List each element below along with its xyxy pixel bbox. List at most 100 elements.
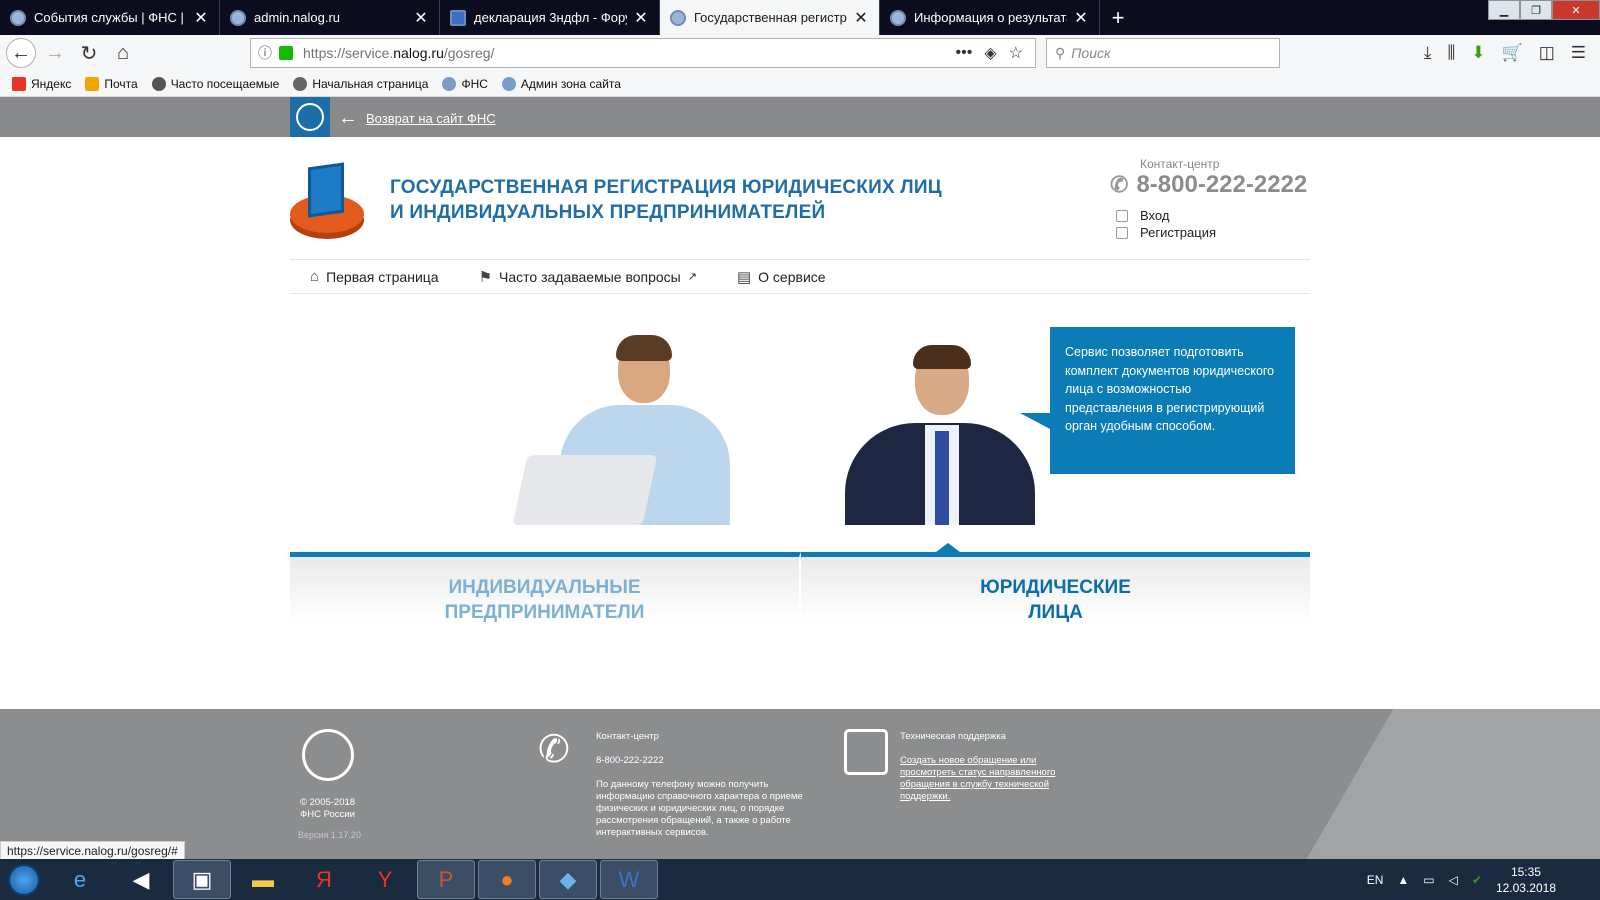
search-input[interactable]: ⚲ Поиск (1046, 38, 1280, 68)
clock[interactable]: 15:35 12.03.2018 (1496, 864, 1556, 896)
browser-tab[interactable]: События службы | ФНС | 43 К ✕ (0, 0, 220, 35)
browser-tab[interactable]: admin.nalog.ru ✕ (220, 0, 440, 35)
save-app-icon[interactable]: ▣ (173, 860, 231, 899)
fns-favicon-icon (230, 9, 246, 26)
close-icon[interactable]: ✕ (193, 8, 209, 28)
browser-tab-active[interactable]: Государственная регистрация ✕ (660, 0, 880, 35)
library-icon[interactable]: ⫼ (1447, 43, 1455, 63)
window-controls: ▁ ❐ ✕ (1488, 0, 1600, 20)
browser-tab[interactable]: Информация о результатах ко ✕ (880, 0, 1100, 35)
fns-emblem-icon (501, 76, 516, 91)
network-icon[interactable]: ▭ (1423, 873, 1434, 887)
minimize-button[interactable]: ▁ (1488, 0, 1520, 20)
back-to-fns-link[interactable]: ← Возврат на сайт ФНС (338, 107, 496, 130)
menu-item-about[interactable]: ▤ О сервисе (737, 268, 826, 286)
contact-phone: ✆ 8-800-222-2222 (1110, 171, 1308, 198)
support-link[interactable]: Создать новое обращение или просмотреть … (900, 755, 1090, 803)
speaker-app-icon[interactable]: ◀ (112, 860, 170, 899)
tab-title: Государственная регистрация (694, 10, 847, 25)
forward-button[interactable]: → (40, 38, 70, 68)
menu-icon[interactable]: ☰ (1571, 43, 1586, 63)
copyright: © 2005-2018 ФНС России (300, 797, 356, 820)
site-header: ГОСУДАРСТВЕННАЯ РЕГИСТРАЦИЯ ЮРИДИЧЕСКИХ … (290, 137, 1310, 257)
search-icon: ⚲ (1055, 44, 1066, 61)
language-indicator[interactable]: EN (1367, 873, 1384, 887)
reload-button[interactable]: ↻ (74, 38, 104, 68)
windows-taskbar: e ◀ ▣ ▬ Я Y P ● ◆ W EN ▲ ▭ ◁ ✔ 15:35 12.… (0, 859, 1600, 900)
info-bubble: Сервис позволяет подготовить комплект до… (1020, 327, 1295, 474)
bookmark-admin[interactable]: Админ зона сайта (501, 76, 621, 91)
bookmark-most-visited[interactable]: Часто посещаемые (151, 76, 279, 91)
bookmark-star-icon[interactable]: ☆ (1009, 43, 1023, 63)
login-link[interactable]: Вход (1116, 207, 1310, 224)
ie-icon[interactable]: e (51, 860, 109, 899)
gear-icon (151, 76, 166, 91)
footer-support: Техническая поддержка Создать новое обра… (900, 731, 1090, 803)
page-actions-icon[interactable]: ••• (956, 44, 973, 62)
businessman-image[interactable] (845, 345, 1035, 525)
phone-icon: ✆ (538, 729, 570, 771)
firefox-icon[interactable]: ● (478, 860, 536, 899)
lock-icon (279, 46, 293, 60)
phone-icon: ✆ (1110, 172, 1129, 197)
entrepreneur-image[interactable] (512, 335, 760, 525)
folder-icon[interactable]: ▬ (234, 860, 292, 899)
support-box-icon (844, 729, 888, 775)
arrow-left-icon: ← (338, 107, 358, 129)
contact-block: Контакт-центр ✆ 8-800-222-2222 Вход Регис… (1110, 157, 1310, 241)
extension-arrow-icon[interactable]: ⬇ (1471, 43, 1485, 63)
forum-favicon-icon (450, 9, 466, 26)
yandex-app-icon[interactable]: Я (295, 860, 353, 899)
cart-icon[interactable]: 🛒 (1502, 43, 1523, 63)
browser-tab[interactable]: декларация 3ндфл - Форум У ✕ (440, 0, 660, 35)
maximize-button[interactable]: ❐ (1520, 0, 1552, 20)
download-icon[interactable]: ⤓ (1424, 43, 1432, 63)
powerpoint-icon[interactable]: P (417, 860, 475, 899)
service-logo-icon[interactable] (290, 162, 366, 235)
bookmark-start-page[interactable]: Начальная страница (293, 76, 428, 91)
yandex-browser-icon[interactable]: Y (356, 860, 414, 899)
close-icon[interactable]: ✕ (413, 8, 429, 28)
contact-label: Контакт-центр (1140, 157, 1220, 171)
menu-item-faq[interactable]: ⚑ Часто задаваемые вопросы ↗ (479, 268, 697, 286)
close-icon[interactable]: ✕ (633, 8, 649, 28)
url-text[interactable]: https://service.nalog.ru/gosreg/ (303, 45, 956, 61)
close-icon[interactable]: ✕ (853, 8, 869, 28)
globe-icon (293, 76, 308, 91)
close-icon[interactable]: ✕ (1073, 8, 1089, 28)
network-app-icon[interactable]: ◆ (539, 860, 597, 899)
register-link[interactable]: Регистрация (1116, 224, 1310, 241)
tray-expand-icon[interactable]: ▲ (1397, 873, 1409, 887)
fns-emblem-icon (442, 76, 457, 91)
sidebar-icon[interactable]: ◫ (1539, 43, 1555, 63)
new-tab-button[interactable]: + (1100, 0, 1136, 35)
fns-favicon-icon (670, 9, 686, 26)
info-icon[interactable]: ⓘ (251, 43, 279, 63)
bookmark-mail[interactable]: Почта (85, 76, 138, 91)
fns-emblem-icon[interactable] (290, 97, 330, 137)
word-icon[interactable]: W (600, 860, 658, 899)
document-icon: ▤ (736, 268, 752, 286)
back-button[interactable]: ← (6, 38, 36, 68)
footer-decoration (1100, 709, 1600, 859)
fns-emblem-icon (302, 729, 354, 781)
tab-title: Информация о результатах ко (914, 10, 1067, 25)
menu-item-home[interactable]: ⌂ Первая страница (310, 268, 439, 285)
volume-icon[interactable]: ◁ (1449, 873, 1458, 887)
card-individual-entrepreneurs[interactable]: ИНДИВИДУАЛЬНЫЕ ПРЕДПРИНИМАТЕЛИ (290, 552, 801, 623)
bookmark-yandex[interactable]: Яндекс (12, 76, 71, 91)
bookmark-fns[interactable]: ФНС (442, 76, 488, 91)
card-legal-entities[interactable]: ЮРИДИЧЕСКИЕ ЛИЦА (801, 543, 1310, 623)
antivirus-icon[interactable]: ✔ (1472, 873, 1482, 887)
close-window-button[interactable]: ✕ (1552, 0, 1600, 20)
tab-title: События службы | ФНС | 43 К (34, 10, 187, 25)
start-button[interactable] (0, 859, 48, 900)
page-title: ГОСУДАРСТВЕННАЯ РЕГИСТРАЦИЯ ЮРИДИЧЕСКИХ … (390, 177, 942, 223)
mail-icon (85, 76, 100, 91)
home-button[interactable]: ⌂ (108, 38, 138, 68)
pocket-icon[interactable]: ◈ (984, 43, 996, 63)
site-footer: © 2005-2018 ФНС России Версия 1.17.20 ✆ … (0, 709, 1600, 859)
entity-type-cards: ИНДИВИДУАЛЬНЫЕ ПРЕДПРИНИМАТЕЛИ ЮРИДИЧЕСК… (290, 543, 1310, 623)
address-bar[interactable]: ⓘ https://service.nalog.ru/gosreg/ ••• ◈… (250, 38, 1036, 68)
home-icon: ⌂ (310, 268, 320, 285)
